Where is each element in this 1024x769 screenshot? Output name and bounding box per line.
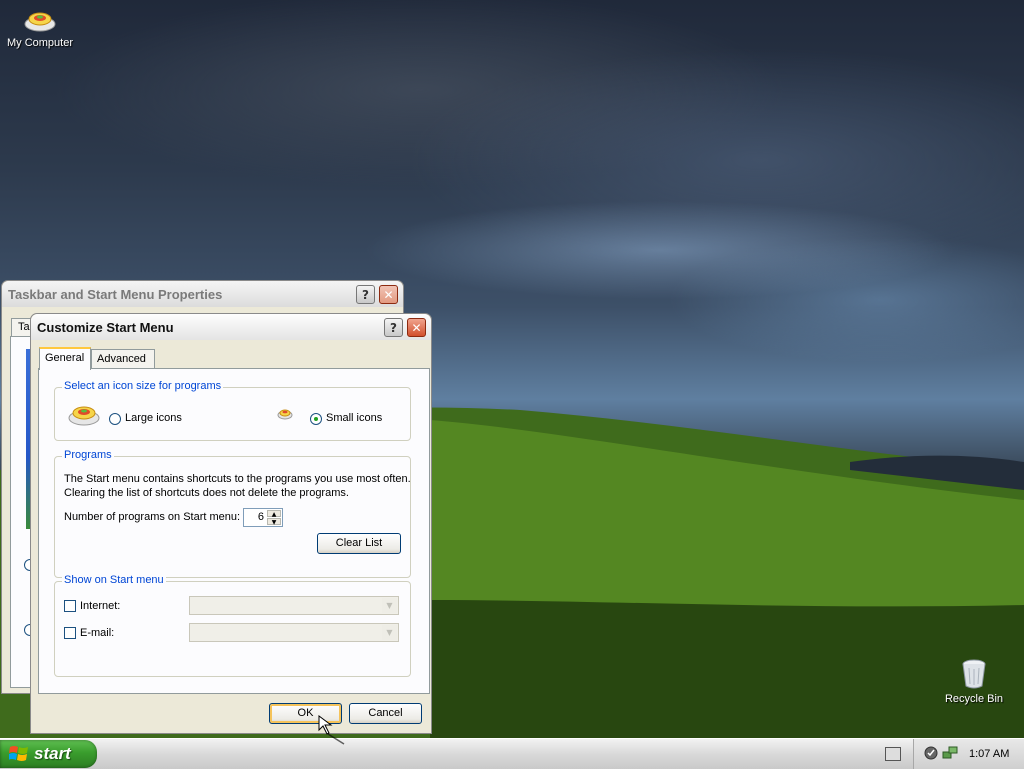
window-title: Taskbar and Start Menu Properties bbox=[8, 287, 223, 302]
customize-start-menu-dialog[interactable]: Customize Start Menu ? ✕ General Advance… bbox=[30, 313, 432, 734]
tab-advanced[interactable]: Advanced bbox=[91, 349, 155, 368]
title-bar[interactable]: Taskbar and Start Menu Properties ? ✕ bbox=[2, 281, 403, 307]
spin-down-icon[interactable]: ▼ bbox=[267, 518, 281, 526]
programs-count-stepper[interactable]: 6 ▲ ▼ bbox=[243, 508, 283, 527]
tab-label: Ta bbox=[18, 321, 30, 333]
general-tab-panel: Select an icon size for programs Large i… bbox=[38, 368, 430, 694]
programs-description-line1: The Start menu contains shortcuts to the… bbox=[64, 473, 411, 485]
group-legend: Select an icon size for programs bbox=[62, 380, 224, 392]
start-button[interactable]: start bbox=[0, 740, 97, 768]
title-bar[interactable]: Customize Start Menu ? ✕ bbox=[31, 314, 431, 340]
spin-up-icon[interactable]: ▲ bbox=[267, 510, 281, 518]
windows-logo-icon bbox=[9, 746, 28, 761]
network-icon[interactable] bbox=[942, 745, 958, 761]
email-label: E-mail: bbox=[80, 627, 115, 639]
desktop-icon-label: Recycle Bin bbox=[944, 693, 1004, 705]
large-icon-preview-icon bbox=[68, 406, 100, 426]
keyboard-icon[interactable] bbox=[885, 747, 901, 761]
help-icon[interactable]: ? bbox=[384, 318, 403, 337]
cancel-label: Cancel bbox=[368, 707, 403, 719]
email-checkbox[interactable] bbox=[64, 627, 76, 639]
start-label: start bbox=[34, 744, 71, 763]
programs-description-line2: Clearing the list of shortcuts does not … bbox=[64, 487, 349, 499]
desktop-icon-label: My Computer bbox=[6, 37, 74, 49]
internet-label: Internet: bbox=[80, 600, 121, 612]
show-on-start-group: Show on Start menu Internet: ▼ E-mail: ▼ bbox=[54, 574, 411, 677]
chevron-down-icon: ▼ bbox=[382, 598, 397, 613]
clear-list-button[interactable]: Clear List bbox=[317, 533, 401, 554]
cancel-button[interactable]: Cancel bbox=[349, 703, 422, 724]
large-icons-radio[interactable] bbox=[109, 413, 121, 425]
system-tray: 1:07 AM bbox=[913, 739, 1024, 769]
small-icon-preview-icon bbox=[277, 409, 293, 420]
small-icons-label: Small icons bbox=[326, 412, 383, 424]
ok-label: OK bbox=[297, 707, 314, 719]
taskbar: start 1:07 AM bbox=[0, 738, 1024, 769]
shield-icon[interactable] bbox=[924, 746, 938, 760]
programs-count-label: Number of programs on Start menu: bbox=[64, 511, 241, 523]
close-icon[interactable]: ✕ bbox=[407, 318, 426, 337]
tab-general[interactable]: General bbox=[39, 347, 91, 370]
desktop-icon-my-computer[interactable]: My Computer bbox=[0, 6, 80, 49]
desktop-icon-recycle-bin[interactable]: Recycle Bin bbox=[934, 658, 1014, 705]
dialog-title: Customize Start Menu bbox=[37, 320, 174, 335]
tab-label: General bbox=[45, 352, 85, 364]
group-legend: Show on Start menu bbox=[62, 574, 166, 586]
clock: 1:07 AM bbox=[969, 748, 1010, 760]
internet-checkbox[interactable] bbox=[64, 600, 76, 612]
programs-group: Programs The Start menu contains shortcu… bbox=[54, 449, 411, 578]
help-icon[interactable]: ? bbox=[356, 285, 375, 304]
small-icons-radio[interactable] bbox=[310, 413, 322, 425]
close-icon[interactable]: ✕ bbox=[379, 285, 398, 304]
internet-combo[interactable]: ▼ bbox=[189, 596, 399, 615]
mouse-cursor-icon bbox=[318, 715, 345, 745]
email-combo[interactable]: ▼ bbox=[189, 623, 399, 642]
large-icons-label: Large icons bbox=[125, 412, 182, 424]
my-computer-icon bbox=[24, 12, 56, 32]
chevron-down-icon: ▼ bbox=[382, 625, 397, 640]
programs-count-value: 6 bbox=[257, 511, 264, 523]
icon-size-group: Select an icon size for programs Large i… bbox=[54, 380, 411, 441]
tab-label: Advanced bbox=[97, 353, 146, 365]
clear-list-label: Clear List bbox=[335, 537, 383, 549]
recycle-bin-icon bbox=[962, 659, 986, 689]
group-legend: Programs bbox=[62, 449, 114, 461]
